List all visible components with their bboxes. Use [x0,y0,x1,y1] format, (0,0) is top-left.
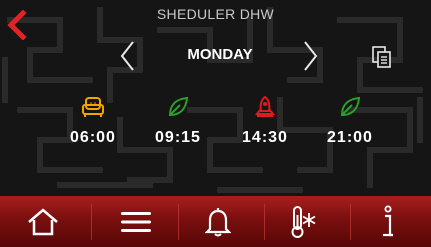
schedule-slot-4[interactable]: 21:00 [315,95,385,155]
nav-info-button[interactable] [345,196,431,247]
rocket-boost-icon [254,95,276,117]
menu-icon [121,211,151,232]
schedule-slot-2[interactable]: 09:15 [143,95,213,155]
leaf-eco-icon [168,96,189,117]
slot-time: 21:00 [327,129,373,146]
home-icon [28,207,58,235]
info-icon [383,205,393,236]
day-label: MONDAY [187,46,253,63]
slot-time: 09:15 [155,129,201,146]
scheduler-screen: SHEDULER DHW MONDAY 06:00 09:15 14:30 21… [0,0,431,247]
bell-icon [205,207,231,236]
nav-temperature-button[interactable] [260,196,346,247]
armchair-comfort-icon [82,97,104,117]
page-title: SHEDULER DHW [156,6,275,22]
schedule-slot-1[interactable]: 06:00 [58,95,128,155]
slot-time: 06:00 [70,129,116,146]
copy-document-icon[interactable] [371,45,393,69]
nav-alarm-button[interactable] [175,196,261,247]
leaf-eco-icon [340,96,361,117]
chevron-left-icon[interactable] [119,40,137,72]
nav-menu-button[interactable] [93,196,179,247]
slot-time: 14:30 [242,129,288,146]
thermometer-snowflake-icon [291,205,316,238]
bottom-nav-bar [0,196,431,247]
schedule-slot-3[interactable]: 14:30 [230,95,300,155]
nav-divider [91,204,92,240]
chevron-right-icon[interactable] [301,40,319,72]
nav-home-button[interactable] [0,196,86,247]
